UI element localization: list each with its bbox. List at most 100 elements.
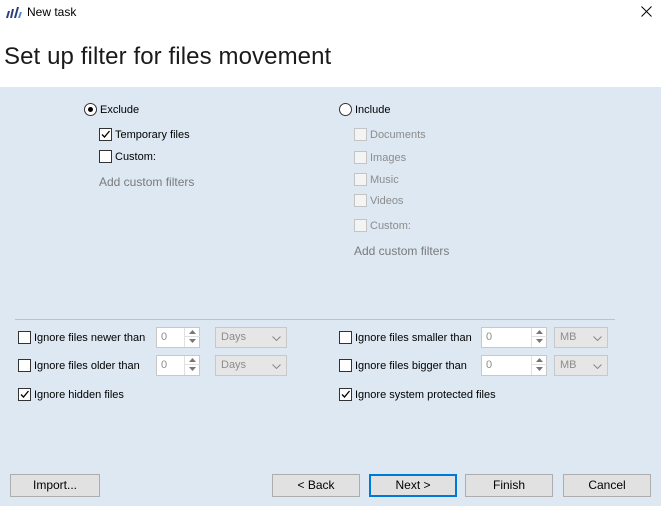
chevron-down-icon [536, 367, 543, 371]
close-button[interactable] [632, 0, 661, 24]
decrement-button[interactable] [532, 337, 547, 346]
chevron-down-icon [593, 364, 602, 369]
exclude-custom-label: Custom: [115, 150, 156, 163]
chevron-down-icon [272, 336, 281, 341]
close-icon [641, 6, 652, 17]
ignore-hidden-label: Ignore hidden files [34, 388, 124, 401]
bigger-value: 0 [486, 359, 493, 371]
ignore-system-checkbox[interactable]: Ignore system protected files [339, 388, 496, 401]
videos-checkbox[interactable]: Videos [354, 194, 403, 207]
ignore-bigger-checkbox[interactable]: Ignore files bigger than [339, 359, 467, 372]
checkbox[interactable] [99, 150, 112, 163]
ignore-smaller-label: Ignore files smaller than [355, 331, 472, 344]
back-button[interactable]: < Back [272, 474, 360, 497]
chevron-up-icon [189, 358, 196, 362]
increment-button[interactable] [532, 328, 547, 337]
checkbox[interactable] [18, 359, 31, 372]
include-add-custom-filters-link[interactable]: Add custom filters [354, 244, 449, 258]
divider [15, 319, 615, 320]
music-checkbox[interactable]: Music [354, 173, 399, 186]
next-button[interactable]: Next > [369, 474, 457, 497]
ignore-system-label: Ignore system protected files [355, 388, 496, 401]
older-unit-dropdown[interactable]: Days [215, 355, 287, 376]
chevron-down-icon [272, 364, 281, 369]
newer-value: 0 [161, 331, 168, 343]
chevron-down-icon [536, 339, 543, 343]
chevron-up-icon [536, 358, 543, 362]
exclude-radio[interactable]: Exclude [84, 103, 139, 116]
increment-button[interactable] [185, 356, 200, 365]
older-unit: Days [221, 359, 247, 371]
documents-label: Documents [370, 128, 426, 141]
newer-unit-dropdown[interactable]: Days [215, 327, 287, 348]
music-label: Music [370, 173, 399, 186]
temporary-files-label: Temporary files [115, 128, 190, 141]
images-label: Images [370, 151, 407, 164]
newer-value-stepper[interactable]: 0 [156, 327, 200, 348]
ignore-newer-checkbox[interactable]: Ignore files newer than [18, 331, 145, 344]
increment-button[interactable] [532, 356, 547, 365]
ignore-newer-label: Ignore files newer than [34, 331, 146, 344]
checkbox[interactable] [339, 331, 352, 344]
checkbox[interactable] [354, 219, 367, 232]
include-custom-label: Custom: [370, 219, 411, 232]
decrement-button[interactable] [532, 365, 547, 374]
newer-unit: Days [221, 331, 247, 343]
decrement-button[interactable] [185, 365, 200, 374]
videos-label: Videos [370, 194, 404, 207]
import-button[interactable]: Import... [10, 474, 100, 497]
chevron-down-icon [189, 367, 196, 371]
checkbox[interactable] [354, 194, 367, 207]
include-radio[interactable]: Include [339, 103, 390, 116]
bigger-unit-dropdown[interactable]: MB [554, 355, 608, 376]
smaller-value: 0 [486, 331, 493, 343]
checkbox[interactable] [18, 331, 31, 344]
exclude-custom-checkbox[interactable]: Custom: [99, 150, 156, 163]
checkbox[interactable] [339, 359, 352, 372]
include-custom-checkbox[interactable]: Custom: [354, 219, 411, 232]
ignore-older-checkbox[interactable]: Ignore files older than [18, 359, 140, 372]
chevron-up-icon [189, 330, 196, 334]
checkbox[interactable] [339, 388, 352, 401]
exclude-label: Exclude [100, 103, 140, 116]
check-icon [341, 390, 350, 398]
older-value: 0 [161, 359, 168, 371]
ignore-smaller-checkbox[interactable]: Ignore files smaller than [339, 331, 472, 344]
checkbox[interactable] [354, 173, 367, 186]
include-radio-button[interactable] [339, 103, 352, 116]
chevron-up-icon [536, 330, 543, 334]
temporary-files-checkbox[interactable]: Temporary files [99, 128, 190, 141]
exclude-radio-button[interactable] [84, 103, 97, 116]
check-icon [101, 130, 110, 138]
window-title: New task [27, 5, 77, 19]
filter-panel: Exclude Temporary files Custom: Add cust… [0, 87, 661, 506]
checkbox[interactable] [354, 128, 367, 141]
bigger-unit: MB [560, 359, 577, 371]
documents-checkbox[interactable]: Documents [354, 128, 426, 141]
chevron-down-icon [189, 339, 196, 343]
checkbox[interactable] [354, 151, 367, 164]
chevron-down-icon [593, 336, 602, 341]
ignore-older-label: Ignore files older than [34, 359, 140, 372]
check-icon [20, 390, 29, 398]
checkbox[interactable] [99, 128, 112, 141]
smaller-unit: MB [560, 331, 577, 343]
title-bar: New task [0, 0, 661, 26]
page-title: Set up filter for files movement [4, 43, 332, 70]
smaller-value-stepper[interactable]: 0 [481, 327, 547, 348]
increment-button[interactable] [185, 328, 200, 337]
older-value-stepper[interactable]: 0 [156, 355, 200, 376]
finish-button[interactable]: Finish [465, 474, 553, 497]
ignore-bigger-label: Ignore files bigger than [355, 359, 467, 372]
exclude-add-custom-filters-link[interactable]: Add custom filters [99, 175, 194, 189]
bigger-value-stepper[interactable]: 0 [481, 355, 547, 376]
app-logo-icon [6, 7, 22, 18]
wizard-header: Set up filter for files movement [0, 26, 661, 86]
cancel-button[interactable]: Cancel [563, 474, 651, 497]
smaller-unit-dropdown[interactable]: MB [554, 327, 608, 348]
checkbox[interactable] [18, 388, 31, 401]
ignore-hidden-checkbox[interactable]: Ignore hidden files [18, 388, 124, 401]
decrement-button[interactable] [185, 337, 200, 346]
include-label: Include [355, 103, 391, 116]
images-checkbox[interactable]: Images [354, 151, 406, 164]
